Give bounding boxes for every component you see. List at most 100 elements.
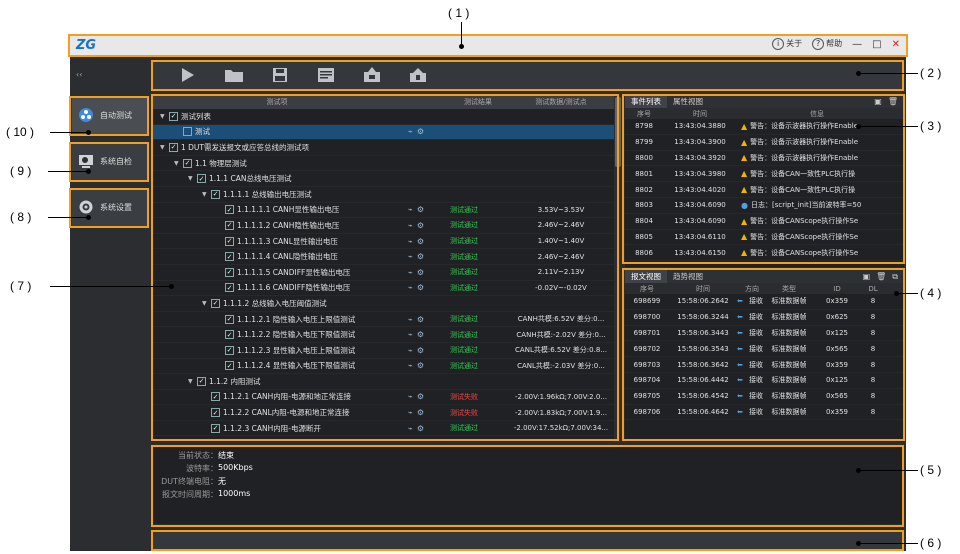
tree-row[interactable]: ✓ 1.1.1.2.3 显性输入电压上限值测试 ⌁ ⚙ 测试通过 CANL共模:6.52V…: [152, 343, 622, 359]
frame-row[interactable]: 698699 15:58:06.2642 ⬅ 接收 标准数据帧 0x359 8: [625, 294, 904, 310]
column-header-id[interactable]: ID: [811, 285, 863, 293]
frame-row[interactable]: 698706 15:58:06.4642 ⬅ 接收 标准数据帧 0x359 8: [625, 405, 904, 421]
save-icon[interactable]: ▣: [863, 272, 871, 282]
column-header-seq[interactable]: 序号: [625, 109, 663, 119]
tree-checkbox[interactable]: ✓: [183, 158, 192, 168]
tree-row[interactable]: 测试 ⌁ ⚙: [152, 124, 622, 141]
maximize-button[interactable]: □: [872, 39, 881, 50]
settings-icon[interactable]: ⚙: [417, 127, 424, 136]
event-row[interactable]: 8806 13:43:04.6150 ▲ 警告：设备CANScope执行操作Se: [625, 245, 904, 262]
tree-row[interactable]: ✓ 1.1.1.2.2 隐性输入电压下限值测试 ⌁ ⚙ 测试通过 CANH共模:-2.02…: [152, 327, 622, 343]
tree-row[interactable]: ✓ 1.1.1.1.2 CANH隐性输出电压 ⌁ ⚙ 测试通过 2.46V~2.46V: [152, 218, 622, 234]
tree-row[interactable]: ✓ 1.1.2.3 CANH内阻-电源断开 ⌁ ⚙ 测试通过 -2.00V:17.52kΩ…: [152, 421, 622, 437]
tree-row[interactable]: ✓ 1.1.1.1.6 CANDIFF隐性输出电压 ⌁ ⚙ 测试通过 -0.02V~-0.…: [152, 281, 622, 297]
tree-row[interactable]: ✓ 1.1.1.2.4 显性输入电压下限值测试 ⌁ ⚙ 测试通过 CANL共模:-2.03…: [152, 359, 622, 375]
run-button[interactable]: [178, 66, 198, 84]
column-header-result[interactable]: 测试结果: [450, 97, 506, 107]
tree-checkbox[interactable]: ✓: [169, 111, 178, 121]
tab-frame-view[interactable]: 报文视图: [625, 270, 667, 283]
tree-row[interactable]: ✓ 1.1.1.1.1 CANH显性输出电压 ⌁ ⚙ 测试通过 3.53V~3.53V: [152, 203, 622, 219]
tree-checkbox[interactable]: ✓: [225, 252, 234, 262]
column-header-time[interactable]: 时间: [663, 109, 737, 119]
expand-arrow-icon[interactable]: ▼: [202, 191, 211, 198]
tree-row[interactable]: ✓ 1.1.1.1.4 CANL隐性输出电压 ⌁ ⚙ 测试通过 2.46V~2.46V: [152, 249, 622, 265]
tree-checkbox[interactable]: ✓: [211, 392, 220, 402]
tree-checkbox[interactable]: ✓: [225, 361, 234, 371]
column-header-time[interactable]: 时间: [669, 284, 737, 294]
event-row[interactable]: 8804 13:43:04.6090 ▲ 警告：设备CANScope执行操作Se: [625, 214, 904, 230]
about-button[interactable]: i 关于: [772, 38, 802, 50]
sidebar-item-settings[interactable]: 系统设置: [72, 188, 148, 226]
column-header-item[interactable]: 测试项: [152, 97, 402, 107]
help-button[interactable]: ? 帮助: [812, 38, 842, 50]
expand-arrow-icon[interactable]: ▼: [188, 378, 197, 385]
column-header-data[interactable]: 测试数据/测试点: [506, 97, 616, 107]
scroll-thumb[interactable]: [615, 97, 621, 167]
trash-icon[interactable]: 🗑: [888, 97, 898, 106]
tree-checkbox[interactable]: [183, 127, 192, 137]
waveform-icon[interactable]: ⌁: [408, 252, 413, 261]
frame-row[interactable]: 698703 15:58:06.3642 ⬅ 接收 标准数据帧 0x359 8: [625, 357, 904, 373]
event-row[interactable]: 8799 13:43:04.3900 ▲ 警告：设备示波器执行操作Enable: [625, 135, 904, 151]
waveform-icon[interactable]: ⌁: [408, 330, 413, 339]
frame-row[interactable]: 698700 15:58:06.3244 ⬅ 接收 标准数据帧 0x625 8: [625, 310, 904, 326]
tree-row[interactable]: ▼ ✓ 测试列表: [152, 109, 622, 125]
report-button[interactable]: [316, 66, 336, 84]
waveform-icon[interactable]: ⌁: [408, 237, 413, 246]
close-button[interactable]: ✕: [892, 39, 900, 50]
tree-checkbox[interactable]: ✓: [197, 174, 206, 184]
column-header-type[interactable]: 类型: [767, 284, 811, 294]
event-row[interactable]: 8803 13:43:04.6090 ● 日志：[script_init]当前波特率=…: [625, 198, 904, 214]
tree-checkbox[interactable]: ✓: [225, 314, 234, 324]
expand-arrow-icon[interactable]: ▼: [160, 144, 169, 151]
settings-icon[interactable]: ⚙: [417, 330, 424, 339]
tree-row[interactable]: ▼ ✓ 1.1.1.1 总线输出电压测试: [152, 187, 622, 203]
collapse-sidebar-button[interactable]: ‹‹: [76, 70, 82, 79]
tree-row[interactable]: ✓ 1.1.1.1.5 CANDIFF显性输出电压 ⌁ ⚙ 测试通过 2.11V~2.13…: [152, 265, 622, 281]
waveform-icon[interactable]: ⌁: [408, 283, 413, 292]
settings-icon[interactable]: ⚙: [417, 424, 424, 433]
event-row[interactable]: 8801 13:43:04.3980 ▲ 警告：设备CAN一致性PLC执行操: [625, 166, 904, 183]
expand-arrow-icon[interactable]: ▼: [160, 113, 169, 120]
tree-checkbox[interactable]: ✓: [211, 189, 220, 199]
export-button[interactable]: [362, 66, 382, 84]
tree-checkbox[interactable]: ✓: [225, 220, 234, 230]
settings-icon[interactable]: ⚙: [417, 237, 424, 246]
column-header-dl[interactable]: DL: [863, 285, 883, 293]
tree-checkbox[interactable]: ✓: [225, 205, 234, 215]
settings-icon[interactable]: ⚙: [417, 392, 424, 401]
tab-property-view[interactable]: 属性视图: [667, 95, 709, 108]
tree-row[interactable]: ▼ ✓ 1.1.1 CAN总线电压测试: [152, 171, 622, 187]
settings-icon[interactable]: ⚙: [417, 205, 424, 214]
frame-row[interactable]: 698704 15:58:06.4442 ⬅ 接收 标准数据帧 0x125 8: [625, 373, 904, 389]
waveform-icon[interactable]: ⌁: [408, 315, 413, 324]
tab-trend-view[interactable]: 趋势视图: [667, 270, 709, 283]
tree-scrollbar[interactable]: [614, 95, 622, 442]
settings-icon[interactable]: ⚙: [417, 361, 424, 370]
tree-row[interactable]: ✓ 1.1.1.2.1 隐性输入电压上限值测试 ⌁ ⚙ 测试通过 CANH共模:6.52V…: [152, 312, 622, 328]
tree-row[interactable]: ✓ 1.1.2.1 CANH内阻-电源和地正常连接 ⌁ ⚙ 测试失败 -2.00V:1.9…: [152, 390, 622, 406]
column-header-info[interactable]: 信息: [737, 109, 897, 119]
expand-arrow-icon[interactable]: ▼: [188, 175, 197, 182]
tab-event-list[interactable]: 事件列表: [625, 95, 667, 108]
waveform-icon[interactable]: ⌁: [408, 408, 413, 417]
frame-row[interactable]: 698701 15:58:06.3443 ⬅ 接收 标准数据帧 0x125 8: [625, 326, 904, 342]
event-row[interactable]: 8800 13:43:04.3920 ▲ 警告：设备示波器执行操作Enable: [625, 151, 904, 167]
column-header-direction[interactable]: 方向: [737, 284, 767, 294]
settings-icon[interactable]: ⚙: [417, 221, 424, 230]
tree-row[interactable]: ▼ ✓ 1.1.1.2 总线输入电压阈值测试: [152, 296, 622, 312]
waveform-icon[interactable]: ⌁: [408, 127, 413, 136]
save-icon[interactable]: ▣: [874, 97, 882, 106]
trash-icon[interactable]: 🗑: [876, 272, 886, 282]
tree-row[interactable]: ✓ 1.1.2.2 CANL内阻-电源和地正常连接 ⌁ ⚙ 测试失败 -2.00V:1.8…: [152, 405, 622, 421]
column-header-seq[interactable]: 序号: [625, 284, 669, 294]
waveform-icon[interactable]: ⌁: [408, 392, 413, 401]
frame-row[interactable]: 698705 15:58:06.4542 ⬅ 接收 标准数据帧 0x565 8: [625, 389, 904, 405]
waveform-icon[interactable]: ⌁: [408, 205, 413, 214]
tree-checkbox[interactable]: ✓: [211, 298, 220, 308]
tree-checkbox[interactable]: ✓: [211, 408, 220, 418]
waveform-icon[interactable]: ⌁: [408, 346, 413, 355]
frame-row[interactable]: 698702 15:58:06.3543 ⬅ 接收 标准数据帧 0x565 8: [625, 341, 904, 358]
tree-checkbox[interactable]: ✓: [225, 267, 234, 277]
event-row[interactable]: 8802 13:43:04.4020 ▲ 警告：设备CAN一致性PLC执行操: [625, 182, 904, 198]
